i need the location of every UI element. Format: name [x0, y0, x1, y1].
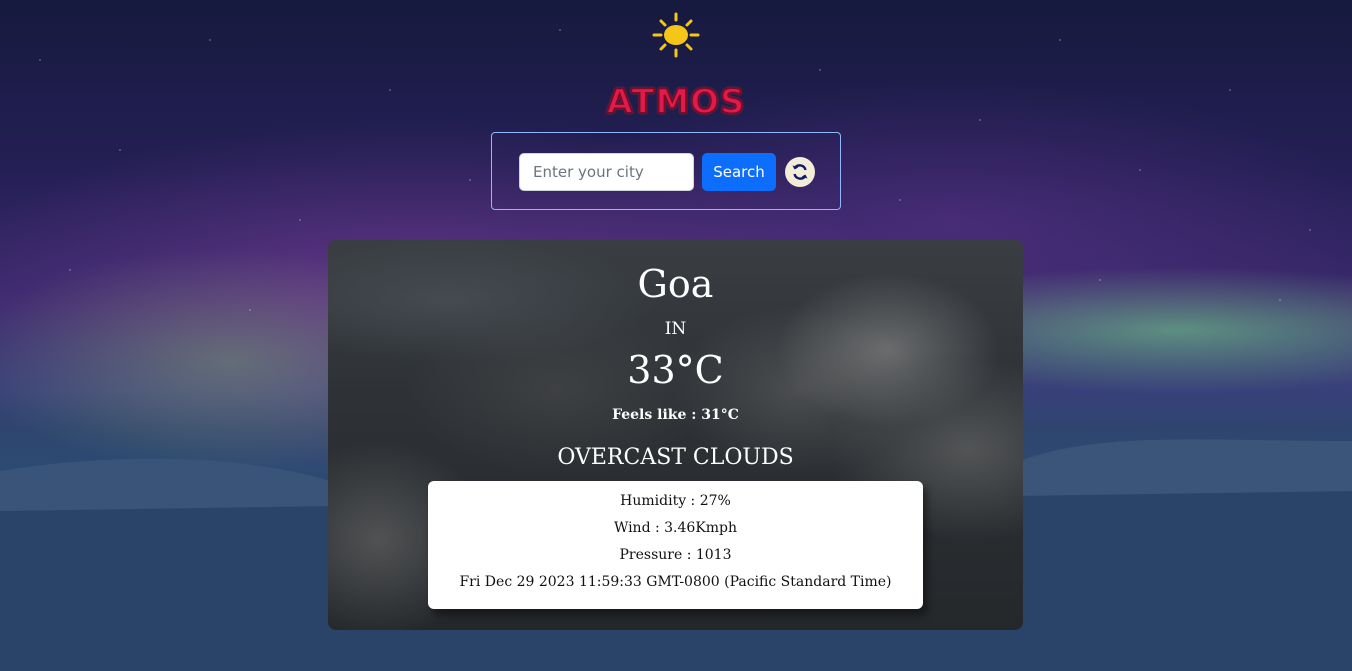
sun-icon	[652, 12, 700, 58]
country-code: IN	[664, 319, 687, 339]
weather-description: OVERCAST CLOUDS	[557, 445, 794, 470]
temperature: 33°C	[627, 348, 724, 392]
city-name: Goa	[637, 262, 714, 306]
datetime: Fri Dec 29 2023 11:59:33 GMT-0800 (Pacif…	[459, 574, 892, 590]
app-logo: ATMOS	[605, 81, 746, 123]
header: ATMOS	[0, 12, 1352, 123]
refresh-button[interactable]	[785, 157, 815, 187]
wind: Wind : 3.46Kmph	[613, 520, 738, 536]
search-button[interactable]: Search	[702, 153, 776, 191]
pressure: Pressure : 1013	[619, 547, 732, 563]
search-panel: Search	[491, 132, 841, 210]
feels-like: Feels like : 31°C	[612, 407, 739, 423]
weather-card: Goa IN 33°C Feels like : 31°C OVERCAST C…	[328, 240, 1023, 630]
weather-details-panel: Humidity : 27% Wind : 3.46Kmph Pressure …	[428, 481, 923, 609]
city-search-input[interactable]	[519, 153, 694, 191]
humidity: Humidity : 27%	[620, 493, 731, 509]
refresh-icon	[792, 164, 808, 180]
